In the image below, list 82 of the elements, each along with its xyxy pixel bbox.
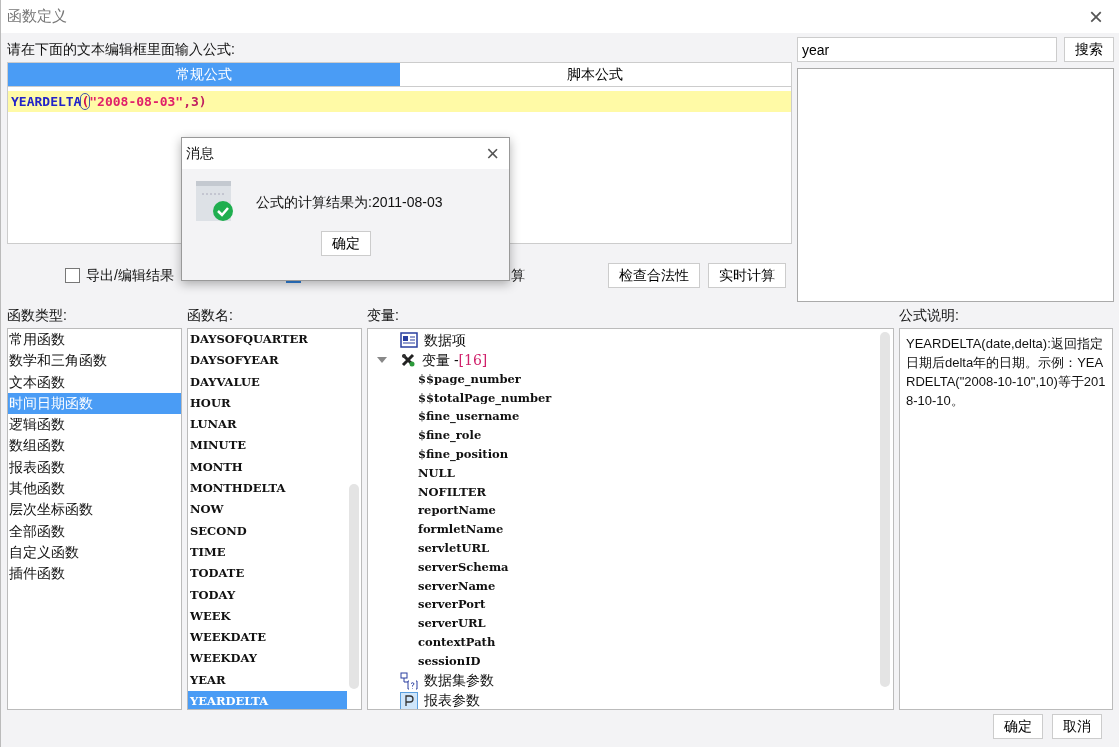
scrollbar[interactable]: [880, 332, 890, 687]
formula-token: "2008-08-03": [89, 94, 184, 109]
tree-item[interactable]: serverName: [418, 577, 496, 595]
tree-item[interactable]: $$page_number: [418, 370, 521, 388]
list-item[interactable]: TODAY: [188, 584, 347, 606]
tree-item[interactable]: 数据项: [424, 329, 466, 351]
list-item[interactable]: 文本函数: [8, 371, 181, 393]
cross-icon: [400, 352, 416, 368]
list-item[interactable]: 逻辑函数: [8, 414, 181, 436]
list-item[interactable]: 层次坐标函数: [8, 499, 181, 521]
prompt-label: 请在下面的文本编辑框里面输入公式:: [7, 40, 236, 59]
dialog-button[interactable]: 取消: [1052, 714, 1102, 739]
list-item[interactable]: HOUR: [188, 392, 347, 415]
p-icon: [400, 691, 418, 709]
list-item[interactable]: 自定义函数: [8, 541, 181, 564]
list-item[interactable]: TIME: [188, 541, 347, 564]
tree-item[interactable]: serverPort: [418, 596, 486, 614]
tree-item[interactable]: servletURL: [418, 539, 490, 558]
list-item[interactable]: 其他函数: [8, 478, 181, 500]
list-item[interactable]: WEEKDATE: [188, 627, 347, 649]
tree-item[interactable]: reportName: [418, 502, 496, 520]
search-button[interactable]: 搜索: [1064, 37, 1114, 62]
close-button[interactable]: ×: [1079, 4, 1113, 29]
tree-item[interactable]: 数据集参数: [424, 670, 494, 692]
tree-item[interactable]: formletName: [418, 521, 504, 539]
list-item[interactable]: DAYVALUE: [188, 371, 347, 393]
list-item[interactable]: NOW: [188, 499, 347, 521]
list-item[interactable]: WEEKDAY: [188, 648, 347, 670]
scrollbar[interactable]: [349, 484, 359, 689]
list-item[interactable]: MONTH: [188, 456, 347, 479]
message-text: 公式的计算结果为:2011-08-03: [256, 192, 443, 212]
tree-item[interactable]: $fine_username: [418, 408, 520, 426]
tree-item[interactable]: serverURL: [418, 615, 486, 633]
list-label: 函数类型:: [7, 306, 68, 325]
ok-button[interactable]: 确定: [320, 231, 371, 256]
count-label: [16]: [458, 350, 488, 370]
formula-token: ,3): [183, 94, 207, 109]
success-icon: [196, 181, 234, 223]
list-card-icon: [400, 332, 418, 348]
tree-item[interactable]: 变量 -: [422, 349, 459, 371]
list-item[interactable]: YEAR: [188, 669, 347, 692]
tree-item[interactable]: 报表参数: [424, 690, 480, 709]
list-item[interactable]: MONTHDELTA: [188, 478, 347, 500]
action-button[interactable]: 检查合法性: [608, 262, 700, 288]
list-label: 函数名:: [187, 306, 234, 325]
list-label: 变量:: [367, 306, 400, 325]
list-item[interactable]: 插件函数: [8, 563, 181, 585]
checkbox-label: 算: [510, 265, 525, 285]
parameter-icon: [400, 671, 418, 690]
search-field[interactable]: year: [797, 37, 1057, 62]
list-item[interactable]: MINUTE: [188, 435, 347, 457]
editor-tab[interactable]: 脚本公式: [399, 63, 791, 86]
description-text: YEARDELTA(date,delta):返回指定日期后delta年的日期。示例：YEARDELTA("2008-10-10",10)等于2018-10-10。: [906, 335, 1106, 410]
tree-item[interactable]: contextPath: [418, 633, 496, 652]
dialog-title: 消息: [186, 144, 214, 163]
list-item[interactable]: DAYSOFQUARTER: [188, 329, 347, 351]
tree-item[interactable]: NOFILTER: [418, 483, 487, 501]
close-button[interactable]: ×: [476, 142, 509, 165]
tree-item[interactable]: NULL: [418, 464, 455, 482]
list-item[interactable]: 报表函数: [8, 456, 181, 479]
list-item[interactable]: LUNAR: [188, 414, 347, 436]
checkbox-label: 导出/编辑结果: [86, 265, 174, 285]
formula-token: (: [81, 94, 90, 109]
list-label: 公式说明:: [899, 306, 960, 325]
checkbox[interactable]: [65, 267, 80, 283]
tree-item[interactable]: sessionID: [418, 652, 481, 670]
tree-item[interactable]: $$totalPage_number: [418, 389, 552, 407]
list-item[interactable]: WEEK: [188, 605, 347, 628]
list-item[interactable]: 数组函数: [8, 435, 181, 457]
window-title: 函数定义: [7, 6, 67, 27]
tree-item[interactable]: $fine_role: [418, 427, 482, 445]
expand-toggle[interactable]: [377, 357, 387, 363]
dialog-button[interactable]: 确定: [993, 714, 1043, 739]
list-item[interactable]: SECOND: [188, 520, 347, 542]
list-item[interactable]: 全部函数: [8, 520, 181, 542]
list-item[interactable]: DAYSOFYEAR: [188, 350, 347, 372]
list-item[interactable]: TODATE: [188, 563, 347, 585]
action-button[interactable]: 实时计算: [708, 262, 786, 288]
tree-item[interactable]: serverSchema: [418, 558, 509, 576]
list-item[interactable]: 数学和三角函数: [8, 350, 181, 372]
tree-item[interactable]: $fine_position: [418, 445, 509, 464]
list-item[interactable]: 常用函数: [8, 329, 181, 351]
